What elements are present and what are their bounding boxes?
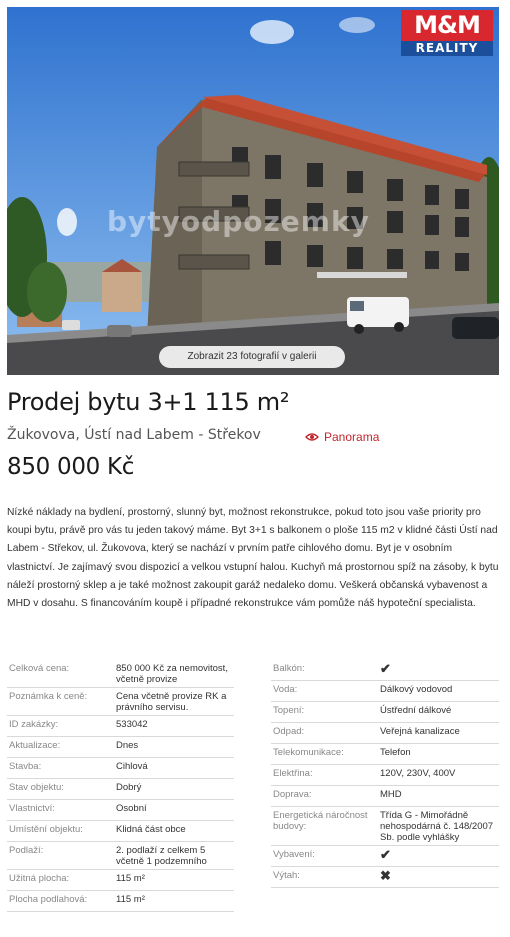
param-label: Plocha podlahová: <box>9 894 88 905</box>
param-label: Stavba: <box>9 761 42 772</box>
param-row: Aktualizace: Dnes <box>7 737 234 758</box>
hero-photo[interactable]: M&M REALITY bytyodpozemky Zobrazit 23 fo… <box>7 7 499 375</box>
param-row: Odpad: Veřejná kanalizace <box>271 723 499 744</box>
param-row: Balkón: ✔ <box>271 660 499 681</box>
photo-watermark: bytyodpozemky <box>107 205 370 238</box>
param-value: 850 000 Kč za nemovitost, včetně provize <box>116 663 228 685</box>
param-row: Podlaží: 2. podlaží z celkem 5 včetně 1 p… <box>7 842 234 870</box>
param-label: ID zakázky: <box>9 719 59 730</box>
cross-icon: ✖ <box>380 868 391 883</box>
building-photo <box>7 7 499 375</box>
param-row: Stavba: Cihlová <box>7 758 234 779</box>
param-label: Odpad: <box>273 726 305 737</box>
param-row: Umístění objektu: Klidná část obce <box>7 821 234 842</box>
param-value: Osobní <box>116 803 147 814</box>
param-row: Plocha podlahová: 115 m² <box>7 891 234 912</box>
param-label: Poznámka k ceně: <box>9 691 88 702</box>
logo-mm: M&M <box>401 10 493 41</box>
mm-reality-logo: M&M REALITY <box>401 10 493 56</box>
params-table-left: Celková cena: 850 000 Kč za nemovitost, v… <box>7 660 234 912</box>
param-label: Voda: <box>273 684 298 695</box>
param-value: 120V, 230V, 400V <box>380 768 456 779</box>
param-row: Elektřina: 120V, 230V, 400V <box>271 765 499 786</box>
param-row: Stav objektu: Dobrý <box>7 779 234 800</box>
panorama-link[interactable]: Panorama <box>305 430 379 444</box>
param-row: Vlastnictví: Osobní <box>7 800 234 821</box>
param-row: Užitná plocha: 115 m² <box>7 870 234 891</box>
param-label: Výtah: <box>273 870 300 881</box>
param-value: 2. podlaží z celkem 5 včetně 1 podzemníh… <box>116 845 207 867</box>
param-value: Cena včetně provize RK a právního servis… <box>116 691 227 713</box>
param-row: Telekomunikace: Telefon <box>271 744 499 765</box>
check-icon: ✔ <box>380 661 391 676</box>
param-value: MHD <box>380 789 402 800</box>
param-label: Telekomunikace: <box>273 747 344 758</box>
param-value: Klidná část obce <box>116 824 186 835</box>
param-value: Dnes <box>116 740 139 751</box>
param-row: ID zakázky: 533042 <box>7 716 234 737</box>
logo-reality: REALITY <box>401 41 493 56</box>
param-label: Vybavení: <box>273 849 315 860</box>
param-label: Užitná plocha: <box>9 873 70 884</box>
param-label: Energetická náročnost budovy: <box>273 810 368 832</box>
param-label: Balkón: <box>273 663 305 674</box>
param-value: 115 m² <box>116 894 145 905</box>
param-row: Výtah: ✖ <box>271 867 499 888</box>
param-value: Třída G - Mimořádně nehospodárná č. 148/… <box>380 810 494 843</box>
param-value: 115 m² <box>116 873 145 884</box>
listing-title: Prodej bytu 3+1 115 m² <box>7 388 290 416</box>
param-label: Podlaží: <box>9 845 44 856</box>
param-value: Dálkový vodovod <box>380 684 453 695</box>
param-value: Ústřední dálkové <box>380 705 452 716</box>
param-label: Elektřina: <box>273 768 313 779</box>
param-label: Stav objektu: <box>9 782 64 793</box>
param-label: Vlastnictví: <box>9 803 55 814</box>
param-row: Vybavení: ✔ <box>271 846 499 867</box>
param-row: Voda: Dálkový vodovod <box>271 681 499 702</box>
panorama-label: Panorama <box>324 430 380 444</box>
show-gallery-button[interactable]: Zobrazit 23 fotografií v galerii <box>159 346 345 368</box>
param-label: Aktualizace: <box>9 740 61 751</box>
param-value: 533042 <box>116 719 148 730</box>
params-table-right: Balkón: ✔ Voda: Dálkový vodovod Topení: Ústře… <box>271 660 499 888</box>
listing-description: Nízké náklady na bydlení, prostorný, slu… <box>7 507 499 610</box>
param-row: Energetická náročnost budovy: Třída G - M… <box>271 807 499 846</box>
check-icon: ✔ <box>380 847 391 862</box>
listing-price: 850 000 Kč <box>7 454 135 480</box>
param-row: Celková cena: 850 000 Kč za nemovitost, v… <box>7 660 234 688</box>
listing-location: Žukovova, Ústí nad Labem - Střekov <box>7 427 261 443</box>
param-value: Cihlová <box>116 761 148 772</box>
param-row: Poznámka k ceně: Cena včetně provize RK a… <box>7 688 234 716</box>
param-label: Celková cena: <box>9 663 70 674</box>
param-value: Veřejná kanalizace <box>380 726 460 737</box>
param-row: Doprava: MHD <box>271 786 499 807</box>
eye-icon <box>305 433 319 441</box>
param-label: Topení: <box>273 705 305 716</box>
param-label: Umístění objektu: <box>9 824 83 835</box>
param-value: Telefon <box>380 747 411 758</box>
param-label: Doprava: <box>273 789 312 800</box>
param-row: Topení: Ústřední dálkové <box>271 702 499 723</box>
param-value: Dobrý <box>116 782 142 793</box>
